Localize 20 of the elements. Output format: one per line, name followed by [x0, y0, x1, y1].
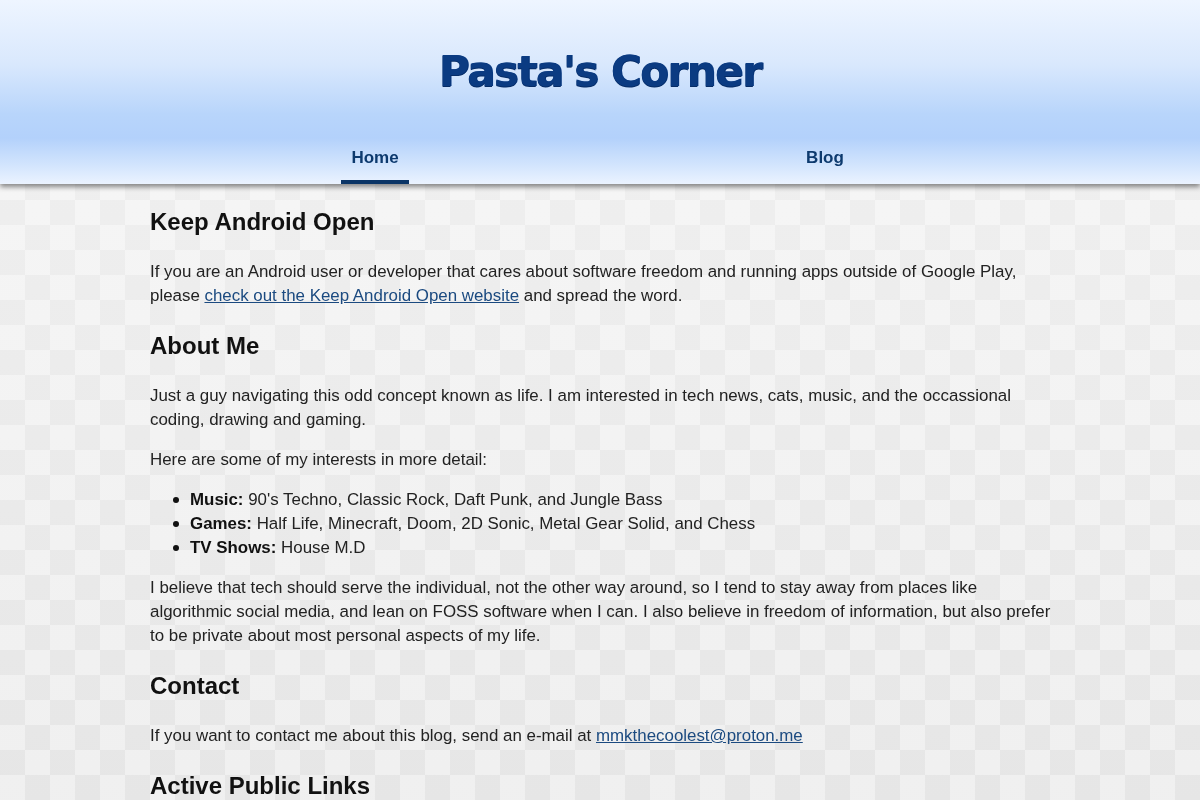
site-title: Pasta's Corner [438, 50, 762, 94]
section-heading: Active Public Links [150, 772, 371, 800]
nav-tab[interactable]: Blog [796, 140, 854, 184]
section-heading: Contact [150, 672, 240, 700]
bullet-icon [173, 521, 179, 527]
section-heading: Keep Android Open [150, 208, 375, 236]
text-link[interactable]: mmkthecoolest@proton.me [596, 726, 803, 745]
text-link[interactable]: check out the Keep Android Open website [204, 286, 520, 305]
bullet-icon [173, 497, 179, 503]
section-heading: About Me [150, 332, 260, 360]
bullet-icon [173, 545, 179, 551]
paragraph-text: I believe that tech should serve the individual, not the other way around, so I tend to stay away from places like algorithmic social media, and lean on FOSS software when I can. I also believe in freedom of information, but also prefer to be private about most personal aspects of my life. [150, 577, 1052, 647]
paragraph-text: If you are an Android user or developer that cares about software freedom and running apps outside of Google Play, please check out the Keep Android Open website and spread the word. [150, 261, 1018, 307]
list-item-text: TV Shows: House M.D [190, 537, 366, 559]
paragraph-text: If you want to contact me about this blog, send an e-mail at mmkthecoolest@proton.me [150, 725, 804, 747]
paragraph-text: Here are some of my interests in more detail: [150, 449, 488, 471]
list-item-text: Music: 90's Techno, Classic Rock, Daft Punk, and Jungle Bass [190, 489, 663, 511]
nav-tab[interactable]: Home [341, 140, 409, 184]
paragraph-text: Just a guy navigating this odd concept known as life. I am interested in tech news, cats, music, and the occassional coding, drawing and gaming. [150, 385, 1012, 431]
list-item-text: Games: Half Life, Minecraft, Doom, 2D Sonic, Metal Gear Solid, and Chess [190, 513, 756, 535]
